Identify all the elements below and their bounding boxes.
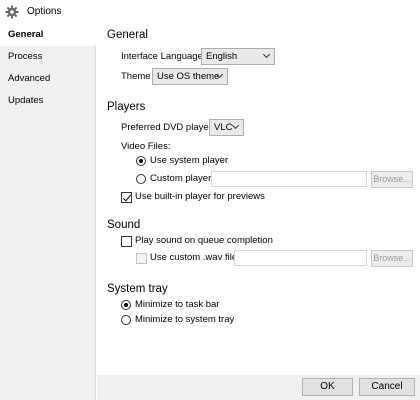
gear-icon	[5, 5, 19, 19]
dialog-footer: OK Cancel	[97, 375, 420, 400]
minimize-tray-radio[interactable]	[121, 315, 131, 325]
custom-wav-label[interactable]: Use custom .wav file:	[150, 252, 240, 264]
dvd-player-label: Preferred DVD player:	[121, 122, 215, 133]
theme-dropdown[interactable]: Use OS theme	[152, 68, 228, 85]
custom-player-browse-button[interactable]: Browse...	[371, 171, 413, 188]
sidebar-item-updates[interactable]: Updates	[0, 90, 96, 112]
cancel-button[interactable]: Cancel	[359, 378, 415, 396]
builtin-player-label[interactable]: Use built-in player for previews	[135, 191, 265, 203]
options-content: General Interface Language: English Them…	[97, 24, 420, 375]
custom-player-label[interactable]: Custom player:	[150, 173, 214, 185]
builtin-player-checkbox[interactable]	[121, 192, 132, 203]
use-system-player-label[interactable]: Use system player	[150, 155, 228, 167]
language-label: Interface Language:	[121, 51, 206, 62]
custom-player-input[interactable]	[211, 171, 367, 187]
play-sound-label[interactable]: Play sound on queue completion	[135, 235, 273, 247]
dvd-player-value: VLC	[214, 122, 233, 133]
play-sound-checkbox[interactable]	[121, 236, 132, 247]
sidebar-item-general[interactable]: General	[0, 24, 96, 46]
theme-value: Use OS theme	[157, 71, 220, 82]
minimize-tray-label[interactable]: Minimize to system tray	[135, 314, 234, 326]
section-title-sound: Sound	[107, 219, 141, 231]
sidebar-item-process[interactable]: Process	[0, 46, 96, 68]
custom-wav-browse-button[interactable]: Browse...	[371, 250, 413, 267]
use-system-player-radio[interactable]	[136, 156, 146, 166]
minimize-taskbar-label[interactable]: Minimize to task bar	[135, 299, 219, 311]
minimize-taskbar-radio[interactable]	[121, 300, 131, 310]
video-files-label: Video Files:	[121, 141, 171, 152]
dvd-player-dropdown[interactable]: VLC	[209, 119, 244, 136]
custom-wav-checkbox[interactable]	[136, 253, 147, 264]
section-title-general: General	[107, 29, 148, 41]
title-bar: Options	[0, 0, 420, 24]
sidebar: General Process Advanced Updates	[0, 24, 96, 400]
window-title: Options	[27, 6, 62, 17]
language-dropdown[interactable]: English	[201, 48, 275, 65]
theme-label: Theme	[121, 71, 151, 82]
ok-button[interactable]: OK	[302, 378, 353, 396]
section-title-system-tray: System tray	[107, 283, 168, 295]
language-value: English	[206, 51, 238, 62]
chevron-down-icon	[231, 121, 240, 130]
custom-wav-input[interactable]	[234, 250, 367, 266]
chevron-down-icon	[262, 50, 271, 59]
custom-player-radio[interactable]	[136, 174, 146, 184]
sidebar-item-advanced[interactable]: Advanced	[0, 68, 96, 90]
section-title-players: Players	[107, 101, 146, 113]
